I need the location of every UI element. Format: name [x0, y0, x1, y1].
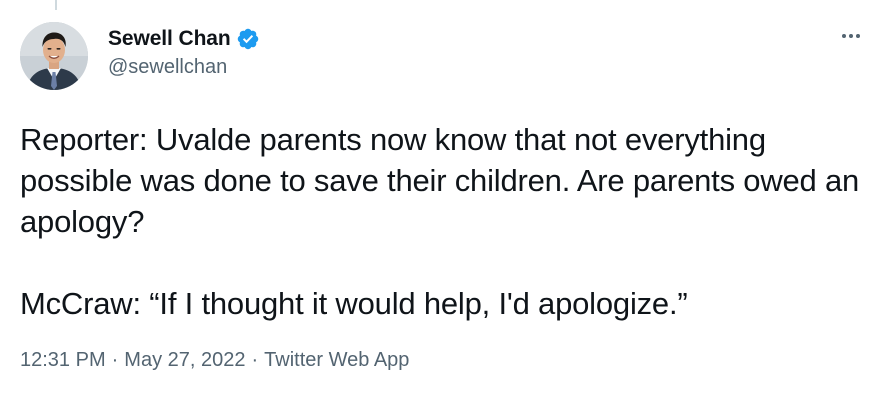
tweet-date[interactable]: May 27, 2022 [124, 349, 245, 371]
tweet-text-paragraph-2: McCraw: “If I thought it would help, I'd… [20, 286, 688, 321]
name-row: Sewell Chan [108, 26, 260, 52]
meta-separator: · [111, 349, 119, 371]
tweet-time[interactable]: 12:31 PM [20, 349, 106, 371]
tweet-text-paragraph-1: Reporter: Uvalde parents now know that n… [20, 122, 860, 239]
verified-badge-icon [236, 27, 260, 51]
meta-separator: · [251, 349, 259, 371]
avatar[interactable] [20, 22, 88, 90]
user-info: Sewell Chan @sewellchan [108, 26, 260, 79]
more-options-icon[interactable] [836, 26, 866, 46]
user-handle[interactable]: @sewellchan [108, 56, 260, 79]
display-name[interactable]: Sewell Chan [108, 27, 231, 51]
avatar-image [20, 22, 88, 90]
thread-connector-line [55, 0, 57, 10]
tweet-text: Reporter: Uvalde parents now know that n… [20, 119, 870, 324]
tweet-header: Sewell Chan @sewellchan [20, 22, 866, 92]
tweet-metadata: 12:31 PM · May 27, 2022 · Twitter Web App [20, 349, 409, 372]
tweet-source[interactable]: Twitter Web App [264, 349, 409, 371]
